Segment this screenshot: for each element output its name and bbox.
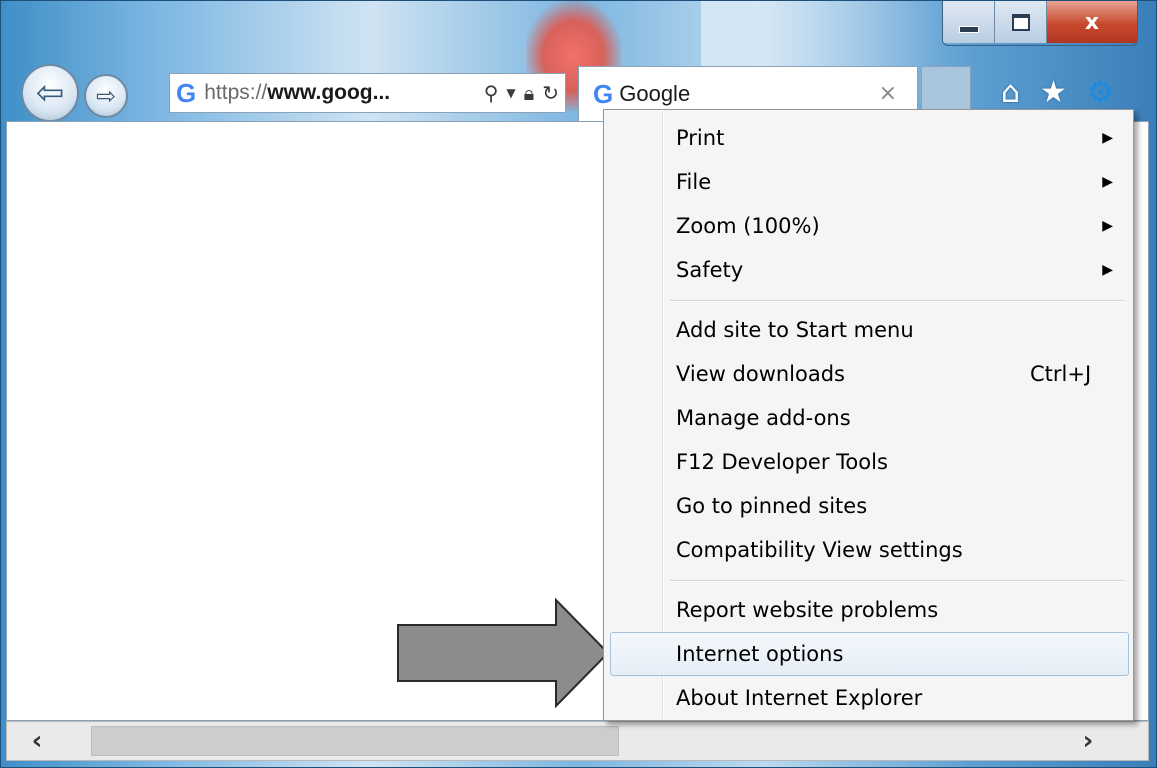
google-favicon-icon: G [593,79,614,109]
address-bar[interactable]: G https://www.goog... ⚲ ▼ 🔒︎ ↻ [169,73,566,113]
google-favicon-icon: G [176,78,197,108]
close-tab-icon[interactable]: × [879,81,897,106]
menu-separator [670,580,1125,582]
tools-gear-icon[interactable]: ⚙ [1087,78,1114,108]
toolbar-icons: ⌂ ★ ⚙ [1001,73,1114,113]
menu-item-pinned-sites[interactable]: Go to pinned sites [610,484,1129,528]
tools-menu: Print ▶ File ▶ Zoom (100%) ▶ Safety ▶ Ad… [603,109,1134,721]
arrow-right-icon: ⇨ [95,82,117,110]
browser-window-frame: x ⇦ ⇨ G https://www.goog... ⚲ ▼ 🔒︎ ↻ G G… [0,0,1157,768]
menu-item-label: File [676,170,712,194]
menu-item-label: Print [676,126,725,150]
horizontal-scrollbar[interactable]: ‹ › [6,721,1149,761]
menu-item-label: Manage add-ons [676,406,851,430]
menu-item-print[interactable]: Print ▶ [610,116,1129,160]
menu-item-file[interactable]: File ▶ [610,160,1129,204]
pointer-arrow-annotation [397,598,610,708]
menu-item-about-ie[interactable]: About Internet Explorer [610,676,1129,720]
minimize-button[interactable] [943,1,995,43]
arrow-left-icon: ⇦ [35,73,65,113]
menu-item-label: Internet options [676,642,844,666]
menu-item-compatibility-view[interactable]: Compatibility View settings [610,528,1129,572]
menu-item-add-site-to-start[interactable]: Add site to Start menu [610,308,1129,352]
menu-item-label: Report website problems [676,598,939,622]
menu-item-shortcut: Ctrl+J [1030,362,1092,386]
scroll-left-icon[interactable]: ‹ [17,722,57,760]
home-icon[interactable]: ⌂ [1001,78,1020,108]
menu-item-zoom[interactable]: Zoom (100%) ▶ [610,204,1129,248]
window-caption-buttons: x [942,1,1138,46]
menu-item-internet-options[interactable]: Internet options [610,632,1129,676]
menu-item-report-problems[interactable]: Report website problems [610,588,1129,632]
favorites-star-icon[interactable]: ★ [1040,78,1067,108]
close-window-button[interactable]: x [1047,1,1137,43]
forward-button[interactable]: ⇨ [84,74,128,118]
menu-item-manage-addons[interactable]: Manage add-ons [610,396,1129,440]
minimize-icon [958,25,979,33]
maximize-button[interactable] [995,1,1047,43]
lock-icon[interactable]: 🔒︎ [524,81,535,105]
scrollbar-thumb[interactable] [91,726,619,756]
maximize-icon [1011,13,1030,31]
menu-item-label: About Internet Explorer [676,686,923,710]
menu-item-label: Compatibility View settings [676,538,963,562]
menu-item-label: Safety [676,258,744,282]
submenu-arrow-icon: ▶ [1102,262,1113,278]
back-button[interactable]: ⇦ [21,64,79,122]
url-text: https://www.goog... [204,81,390,105]
scroll-right-icon[interactable]: › [1068,722,1108,760]
menu-item-label: View downloads [676,362,845,386]
dropdown-icon[interactable]: ▼ [506,86,515,100]
menu-item-safety[interactable]: Safety ▶ [610,248,1129,292]
url-protocol: https:// [204,81,268,104]
menu-item-label: Add site to Start menu [676,318,914,342]
menu-item-view-downloads[interactable]: View downloads Ctrl+J [610,352,1129,396]
submenu-arrow-icon: ▶ [1102,130,1113,146]
submenu-arrow-icon: ▶ [1102,174,1113,190]
menu-item-label: F12 Developer Tools [676,450,888,474]
tab-title: Google [619,81,691,106]
submenu-arrow-icon: ▶ [1102,218,1113,234]
menu-item-label: Zoom (100%) [676,214,820,238]
search-icon[interactable]: ⚲ [484,81,499,105]
menu-item-label: Go to pinned sites [676,494,868,518]
menu-separator [670,300,1125,302]
refresh-icon[interactable]: ↻ [542,81,559,105]
address-bar-icons: ⚲ ▼ 🔒︎ ↻ [484,74,559,112]
url-domain: www.goog... [267,81,391,104]
menu-item-f12-developer-tools[interactable]: F12 Developer Tools [610,440,1129,484]
